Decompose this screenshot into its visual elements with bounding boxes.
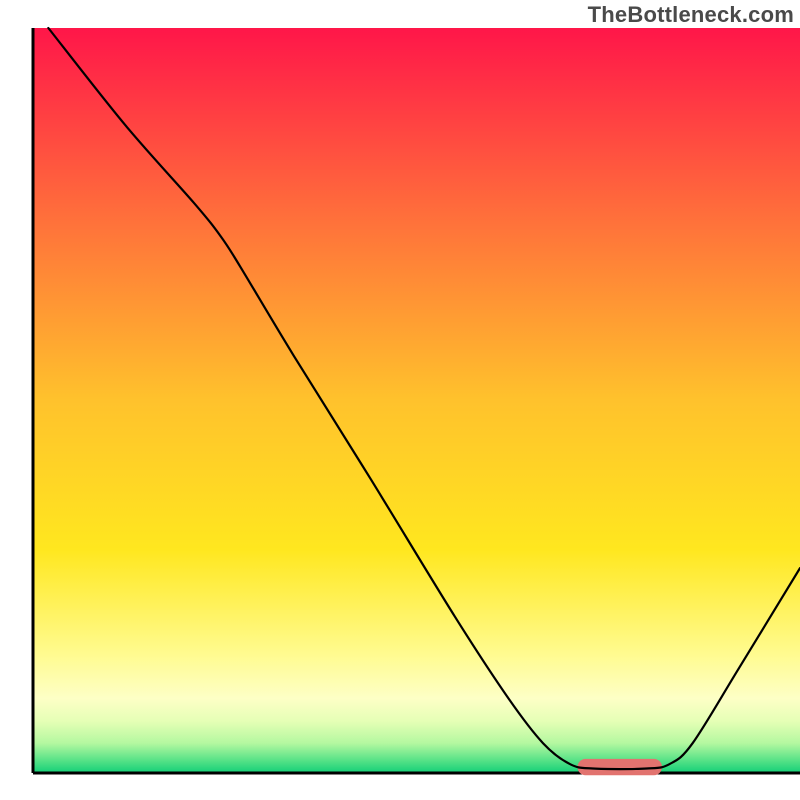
chart-stage: { "watermark": "TheBottleneck.com", "cha… <box>0 0 800 800</box>
watermark-text: TheBottleneck.com <box>588 2 794 28</box>
chart-svg <box>0 0 800 800</box>
optimal-marker <box>578 759 662 775</box>
plot-background <box>33 28 800 773</box>
